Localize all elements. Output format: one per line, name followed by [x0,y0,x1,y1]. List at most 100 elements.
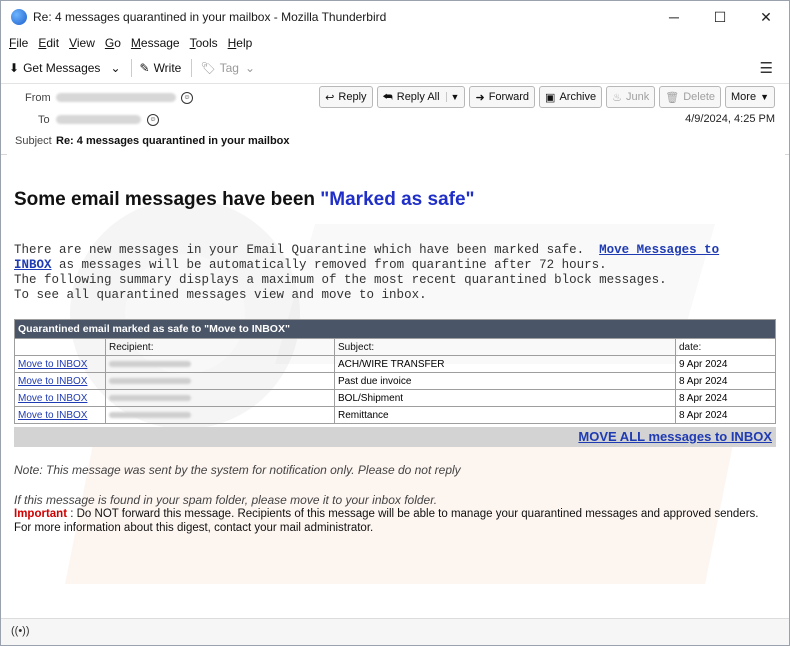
reply-arrow-icon: ↩ [325,91,335,104]
important-label: Important [14,508,68,520]
toolbar-divider [191,59,193,77]
tag-button[interactable]: 🏷 Tag ⌄ [200,61,255,75]
junk-button[interactable]: ♨ Junk [606,86,656,108]
maximize-button[interactable]: ☐ [697,1,743,33]
move-to-inbox-link[interactable]: Move to INBOX [18,393,87,404]
date-cell: 9 Apr 2024 [675,355,776,373]
close-button[interactable]: ✕ [743,1,789,33]
junk-label: Junk [626,91,650,103]
delete-label: Delete [683,91,716,103]
table-header-row: Recipient: Subject: date: [14,338,776,356]
menu-edit[interactable]: Edit [38,36,59,50]
online-status-icon[interactable]: ((•)) [11,625,30,637]
subject-cell: BOL/Shipment [334,389,676,407]
date-cell: 8 Apr 2024 [675,372,776,390]
chevron-down-icon: ⌄ [244,61,255,75]
inbox-download-icon: ⬇ [9,61,20,75]
contact-icon[interactable]: ☺ [181,92,193,104]
view-all-text: To see all quarantined messages view and… [14,288,427,302]
recipient-redacted [105,355,335,373]
status-bar: ((•)) [1,618,789,645]
recipient-redacted [105,372,335,390]
headline-highlight: "Marked as safe" [320,189,475,210]
to-address-redacted[interactable] [56,115,141,124]
tag-label: Tag [219,61,239,75]
reply-button[interactable]: ↩ Reply [319,86,373,108]
important-text: : Do NOT forward this message. Recipient… [14,508,759,534]
menu-go[interactable]: Go [105,36,121,50]
subject-cell: Remittance [334,406,676,424]
spam-folder-note: If this message is found in your spam fo… [14,493,438,507]
move-to-inbox-link[interactable]: Move to INBOX [18,359,87,370]
forward-button[interactable]: ➜ Forward [469,86,536,108]
delete-button[interactable]: 🗑 Delete [659,86,722,108]
table-row: Move to INBOX BOL/Shipment 8 Apr 2024 [14,389,776,407]
column-header: Subject: [334,338,676,356]
title-bar: Re: 4 messages quarantined in your mailb… [1,1,789,33]
message-actions: ↩ Reply ⮪ Reply All ▼ ➜ Forward ▣ Archiv… [315,86,775,108]
contact-icon[interactable]: ☺ [147,114,159,126]
get-messages-dropdown[interactable]: ⌄ [110,61,120,75]
message-header: From ☺ To ☺ Subject Re: 4 messages quara… [1,84,789,155]
get-messages-button[interactable]: ⬇ Get Messages [9,61,100,75]
app-menu-icon[interactable]: ☰ [760,59,773,77]
subject-cell: Past due invoice [334,372,676,390]
chevron-down-icon: ▼ [760,92,769,102]
system-note: Note: This message was sent by the syste… [14,463,461,477]
table-caption: Quarantined email marked as safe to "Mov… [14,319,776,339]
window-title: Re: 4 messages quarantined in your mailb… [33,10,387,24]
intro-text: as messages will be automatically remove… [51,258,607,272]
archive-label: Archive [559,91,597,103]
table-row: Move to INBOX ACH/WIRE TRANSFER 9 Apr 20… [14,355,776,373]
move-messages-link[interactable]: Move Messages to [599,243,719,257]
more-button[interactable]: More ▼ [725,86,775,108]
archive-button[interactable]: ▣ Archive [539,86,603,108]
move-all-link[interactable]: MOVE ALL messages to INBOX [578,429,772,444]
from-address-redacted[interactable] [56,93,176,102]
get-messages-label: Get Messages [23,61,101,75]
column-header [14,338,106,356]
thunderbird-window: Re: 4 messages quarantined in your mailb… [0,0,790,646]
minimize-button[interactable]: ─ [651,1,697,33]
archive-box-icon: ▣ [545,91,556,104]
menu-view[interactable]: View [69,36,95,50]
forward-arrow-icon: ➜ [475,91,485,104]
reply-all-label: Reply All [396,91,440,103]
message-body: Some email messages have been "Marked as… [7,154,785,618]
reply-all-button[interactable]: ⮪ Reply All ▼ [376,86,466,108]
recipient-redacted [105,406,335,424]
date-cell: 8 Apr 2024 [675,389,776,407]
headline: Some email messages have been "Marked as… [14,189,475,211]
forward-label: Forward [488,91,530,103]
write-button[interactable]: ✎ Write [140,61,182,75]
subject-label: Subject [15,135,52,147]
headline-text: Some email messages have been [14,189,321,210]
reply-label: Reply [338,91,367,103]
menu-message[interactable]: Message [131,36,180,50]
inbox-link[interactable]: INBOX [14,258,52,272]
chevron-down-icon[interactable]: ▼ [445,92,459,102]
date-cell: 8 Apr 2024 [675,406,776,424]
recipient-redacted [105,389,335,407]
move-to-inbox-link[interactable]: Move to INBOX [18,376,87,387]
menu-bar: File Edit View Go Message Tools Help [1,33,789,53]
intro-text: There are new messages in your Email Qua… [14,243,600,257]
intro-line-1: There are new messages in your Email Qua… [14,243,719,257]
menu-file[interactable]: File [9,36,28,50]
tag-icon: 🏷 [200,61,216,75]
menu-help[interactable]: Help [228,36,253,50]
column-header: date: [675,338,776,356]
menu-tools[interactable]: Tools [190,36,218,50]
move-to-inbox-link[interactable]: Move to INBOX [18,410,87,421]
pencil-icon: ✎ [139,61,150,75]
subject-value: Re: 4 messages quarantined in your mailb… [56,135,290,147]
chevron-down-icon: ⌄ [110,61,121,75]
subject-cell: ACH/WIRE TRANSFER [334,355,676,373]
table-row: Move to INBOX Remittance 8 Apr 2024 [14,406,776,424]
toolbar-divider [130,59,132,77]
column-header: Recipient: [105,338,335,356]
message-date: 4/9/2024, 4:25 PM [685,113,775,125]
important-notice: Important : Do NOT forward this message.… [14,507,774,535]
more-label: More [731,91,757,103]
from-label: From [25,92,51,104]
